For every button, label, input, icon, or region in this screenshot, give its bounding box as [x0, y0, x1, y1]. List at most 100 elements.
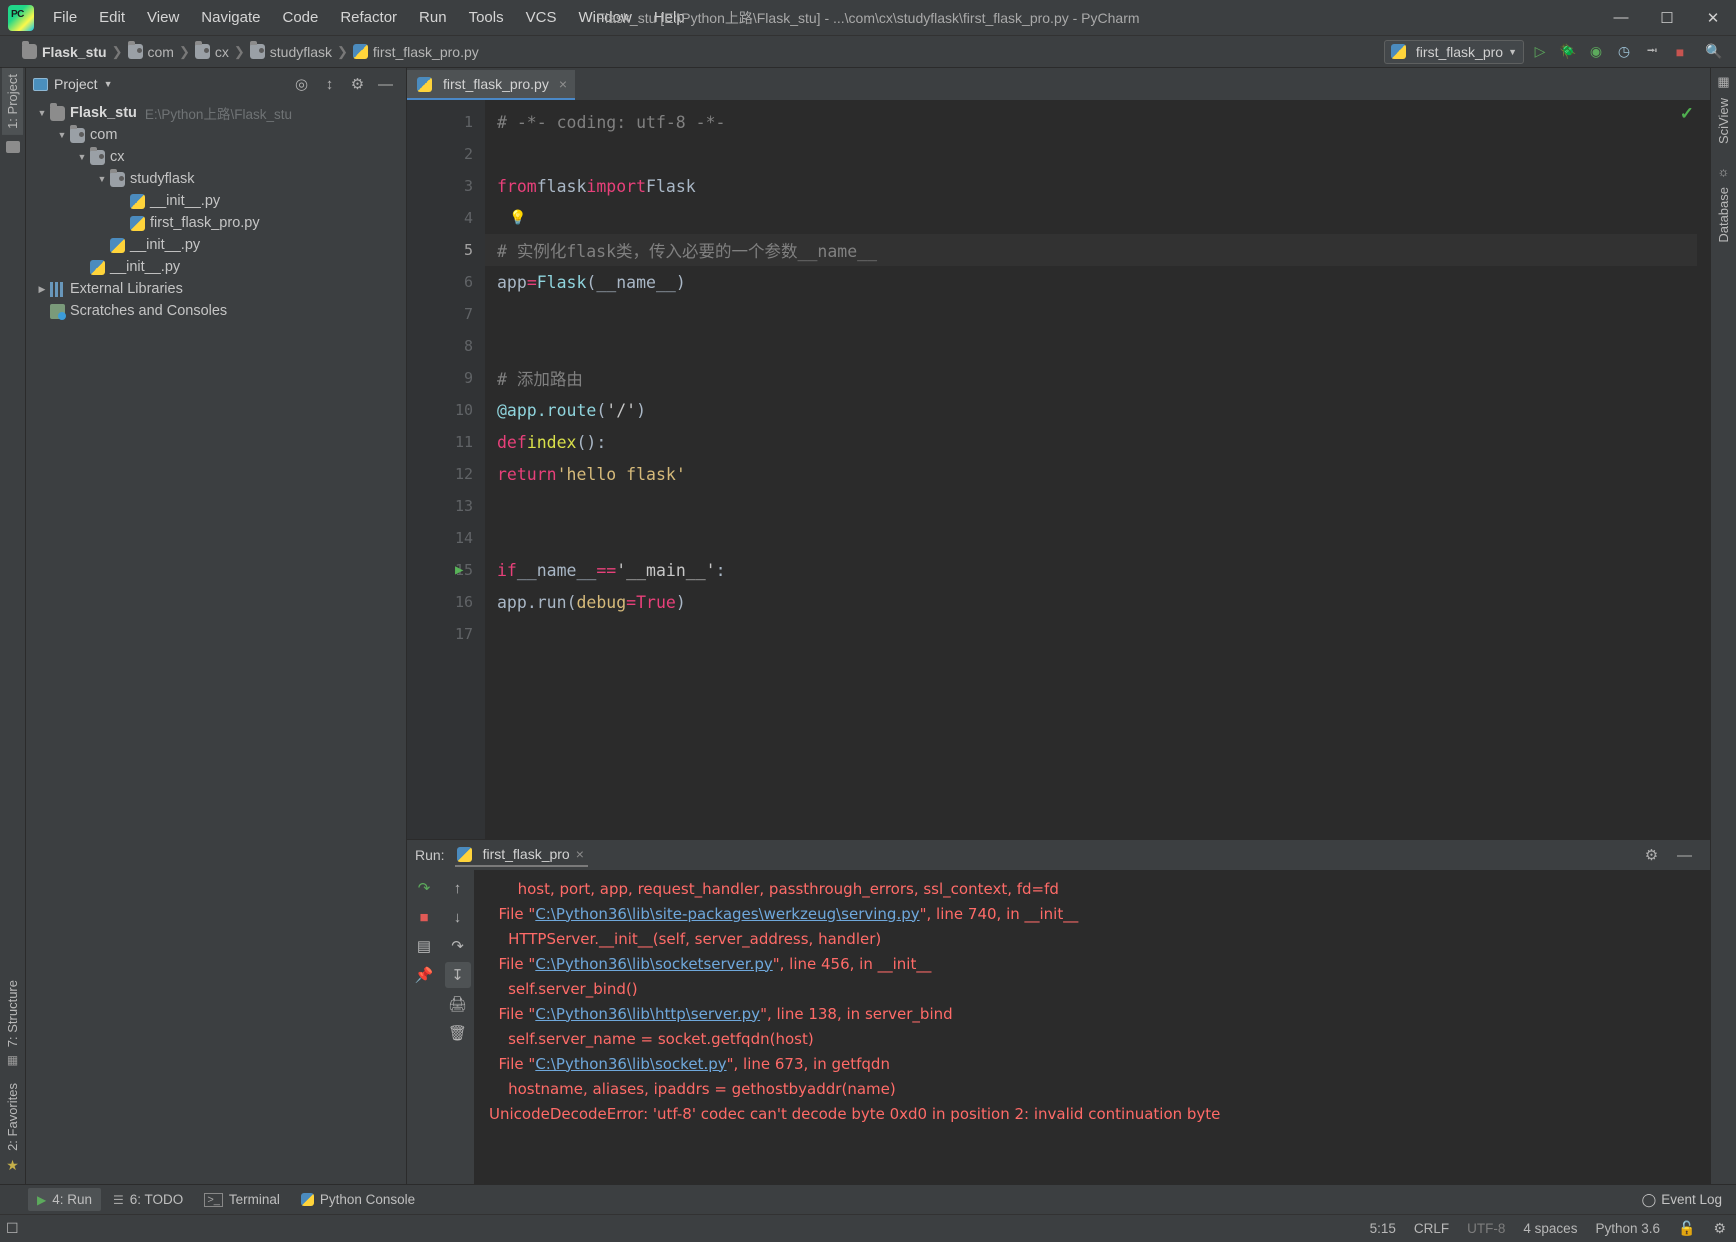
caret-position[interactable]: 5:15 [1370, 1221, 1396, 1236]
tree-node[interactable]: __init__.py [26, 234, 406, 256]
file-encoding[interactable]: UTF-8 [1467, 1221, 1505, 1236]
tree-node[interactable]: __init__.py [26, 256, 406, 278]
chevron-down-icon[interactable]: ▼ [74, 152, 90, 162]
debug-icon[interactable]: 🪲 [1556, 40, 1580, 64]
menu-tools[interactable]: Tools [458, 5, 515, 30]
chevron-down-icon[interactable]: ▼ [34, 108, 50, 118]
run-gutter-icon[interactable]: ▶ [455, 562, 463, 578]
show-tool-windows-icon[interactable]: ☐ [6, 1220, 19, 1237]
breadcrumb-studyflask[interactable]: studyflask [249, 41, 332, 60]
code-line[interactable]: app. run(debug = True) [485, 586, 1710, 618]
editor-scrollbar[interactable]: ✓ [1680, 100, 1710, 839]
menu-window[interactable]: Window [567, 5, 642, 30]
sidebar-item-favorites[interactable]: 2: Favorites [2, 1077, 23, 1157]
close-icon[interactable]: × [559, 76, 567, 92]
chevron-down-icon[interactable]: ▼ [104, 79, 113, 89]
hide-panel-icon[interactable]: — [376, 75, 395, 94]
code-line[interactable]: @app.route('/') [485, 394, 1710, 426]
code-line[interactable] [485, 490, 1710, 522]
minimize-button[interactable]: — [1598, 0, 1644, 36]
menu-code[interactable]: Code [271, 5, 329, 30]
menu-navigate[interactable]: Navigate [190, 5, 271, 30]
code-line[interactable]: return 'hello flask' [485, 458, 1710, 490]
menu-run[interactable]: Run [408, 5, 458, 30]
run-icon[interactable]: ▷ [1528, 40, 1552, 64]
stop-icon[interactable]: ■ [411, 904, 437, 930]
maximize-button[interactable]: ☐ [1644, 0, 1690, 36]
console-file-link[interactable]: C:\Python36\lib\socketserver.py [535, 955, 772, 973]
run-coverage-icon[interactable]: ◉ [1584, 40, 1608, 64]
tree-node[interactable]: ▶ External Libraries [26, 278, 406, 300]
console-file-link[interactable]: C:\Python36\lib\socket.py [535, 1055, 726, 1073]
unlock-icon[interactable]: 🔓 [1678, 1220, 1695, 1237]
code-line[interactable] [485, 522, 1710, 554]
sidebar-item-structure[interactable]: 7: Structure [2, 974, 23, 1053]
bottom-tab-terminal[interactable]: >_ Terminal [195, 1188, 289, 1211]
print-icon[interactable]: 🖨 [445, 991, 471, 1017]
line-separator[interactable]: CRLF [1414, 1221, 1449, 1236]
bottom-tab-python-console[interactable]: Python Console [292, 1188, 424, 1211]
locate-target-icon[interactable]: ◎ [292, 75, 311, 94]
code-line[interactable]: 💡 [485, 202, 1710, 234]
tree-node[interactable]: ▼ cx [26, 146, 406, 168]
run-tab-first-flask-pro[interactable]: first_flask_pro × [454, 843, 588, 867]
chevron-down-icon[interactable]: ▼ [54, 130, 70, 140]
tree-node[interactable]: __init__.py [26, 190, 406, 212]
close-button[interactable]: ✕ [1690, 0, 1736, 36]
trash-icon[interactable]: 🗑 [445, 1020, 471, 1046]
attach-icon[interactable]: ⭲ [1640, 40, 1664, 64]
breadcrumb-cx[interactable]: cx [194, 41, 229, 60]
pin-icon[interactable]: 📌 [411, 962, 437, 988]
code-line[interactable]: app = Flask(__name__) [485, 266, 1710, 298]
inspector-icon[interactable]: ⚙ [1713, 1220, 1726, 1237]
tree-node[interactable]: ▼ com [26, 124, 406, 146]
code-line[interactable] [485, 330, 1710, 362]
search-icon[interactable]: 🔍 [1702, 40, 1726, 64]
menu-refactor[interactable]: Refactor [329, 5, 408, 30]
code-line[interactable]: # 实例化flask类，传入必要的一个参数__name__ [485, 234, 1710, 266]
chevron-right-icon[interactable]: ▶ [34, 284, 50, 295]
code-line[interactable]: from flask import Flask [485, 170, 1710, 202]
breadcrumb-com[interactable]: com [127, 41, 174, 60]
down-arrow-icon[interactable]: ↓ [445, 904, 471, 930]
rerun-icon[interactable]: ↷ [411, 875, 437, 901]
menu-vcs[interactable]: VCS [515, 5, 568, 30]
editor-gutter[interactable]: 1 2 3 4 5 6 7 8 9 10 11⊟12⌵ 13 14 15▶ 16 17 [407, 100, 493, 839]
breadcrumb-first-flask-pro[interactable]: first_flask_pro.py [352, 44, 479, 60]
code-line[interactable]: # 添加路由 [485, 362, 1710, 394]
run-console-output[interactable]: host, port, app, request_handler, passth… [475, 870, 1710, 1184]
event-log-button[interactable]: ◯ Event Log [1642, 1192, 1736, 1208]
breadcrumb-flask-stu[interactable]: Flask_stu [22, 41, 107, 60]
menu-edit[interactable]: Edit [88, 5, 136, 30]
bottom-tab-run[interactable]: ▶ 4: Run [28, 1188, 102, 1211]
tree-node[interactable]: ▼ studyflask [26, 168, 406, 190]
menu-file[interactable]: File [42, 5, 88, 30]
tree-node[interactable]: first_flask_pro.py [26, 212, 406, 234]
tree-node[interactable]: ▼ Flask_stu E:\Python上路\Flask_stu [26, 102, 406, 124]
tree-node[interactable]: Scratches and Consoles [26, 300, 406, 322]
sidebar-item-project[interactable]: 1: Project [2, 68, 23, 135]
indent-setting[interactable]: 4 spaces [1523, 1221, 1577, 1236]
soft-wrap-icon[interactable]: ↷ [445, 933, 471, 959]
intention-bulb-icon[interactable]: 💡 [509, 210, 526, 226]
code-line[interactable]: if __name__ == '__main__': [485, 554, 1710, 586]
gear-icon[interactable]: ⚙ [348, 75, 367, 94]
gear-icon[interactable]: ⚙ [1642, 846, 1661, 865]
code-content[interactable]: # -*- coding: utf-8 -*- from flask impor… [485, 100, 1710, 839]
close-icon[interactable]: × [576, 846, 584, 862]
editor-tab-first-flask-pro[interactable]: first_flask_pro.py × [407, 70, 576, 100]
menu-help[interactable]: Help [643, 5, 696, 30]
up-arrow-icon[interactable]: ↑ [445, 875, 471, 901]
stop-icon[interactable]: ■ [1668, 40, 1692, 64]
python-interpreter[interactable]: Python 3.6 [1595, 1221, 1660, 1236]
sidebar-item-database[interactable]: Database [1713, 181, 1734, 249]
layout-icon[interactable]: ▤ [411, 933, 437, 959]
console-file-link[interactable]: C:\Python36\lib\http\server.py [535, 1005, 760, 1023]
chevron-down-icon[interactable]: ▼ [94, 174, 110, 184]
sidebar-item-sciview[interactable]: SciView [1713, 92, 1734, 150]
run-configuration-selector[interactable]: first_flask_pro ▼ [1383, 39, 1524, 64]
collapse-all-icon[interactable]: ↕ [320, 75, 339, 94]
menu-view[interactable]: View [136, 5, 190, 30]
bottom-tab-todo[interactable]: ☰ 6: TODO [104, 1188, 192, 1211]
console-file-link[interactable]: C:\Python36\lib\site-packages\werkzeug\s… [535, 905, 919, 923]
